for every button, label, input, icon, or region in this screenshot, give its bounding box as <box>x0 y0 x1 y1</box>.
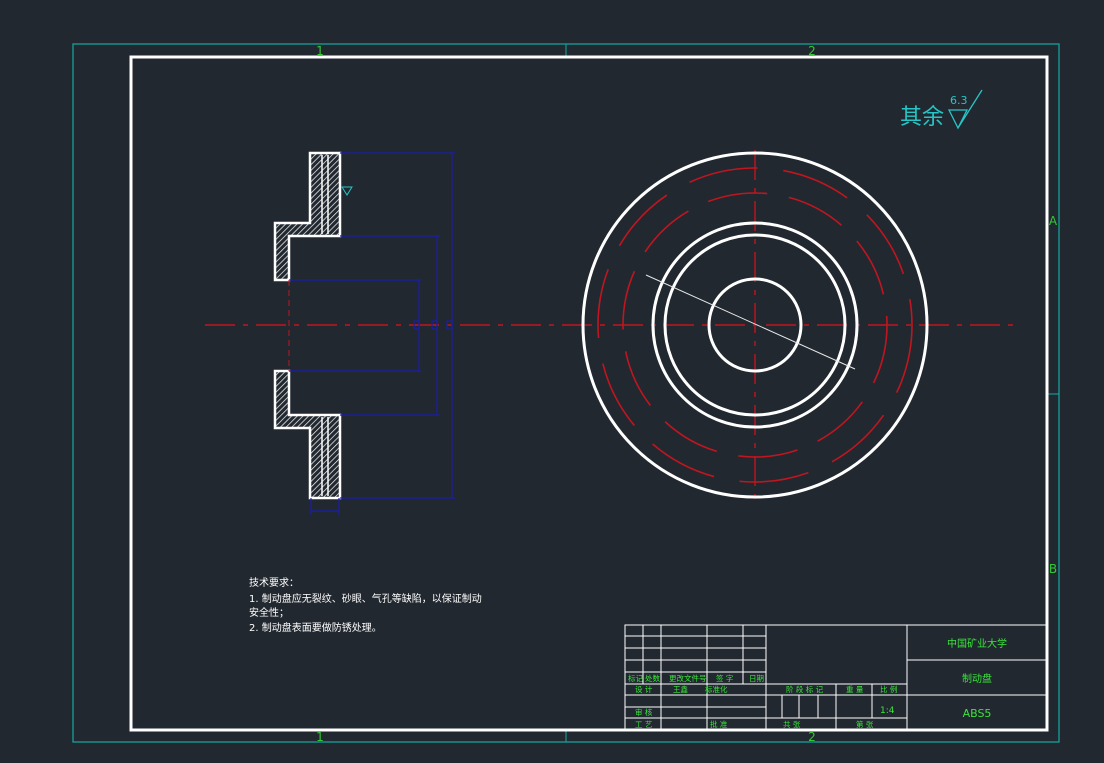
university-name: 中国矿业大学 <box>947 637 1007 650</box>
cad-drawing: 1 2 1 2 A B 其余 6.3 技术要求： 1. 制动盘应无裂纹、砂眼、气… <box>72 43 1060 744</box>
tech-req-line-2: 安全性； <box>249 606 289 619</box>
hdr-mark: 标记 <box>628 673 643 683</box>
hdr-designer: 王鑫 <box>673 684 688 694</box>
zone-label-bottom-2: 2 <box>808 730 816 744</box>
hdr-sheets-total: 共 张 <box>783 720 801 729</box>
section-upper-body <box>273 151 342 282</box>
hdr-sheet-no: 第 张 <box>856 719 874 729</box>
hdr-standardization: 标准化 <box>705 684 728 694</box>
hdr-design: 设 计 <box>635 684 653 694</box>
hdr-weight: 重 量 <box>846 685 864 694</box>
zone-label-top-2: 2 <box>808 44 816 58</box>
hdr-count: 处数 <box>645 673 660 683</box>
hdr-process: 工 艺 <box>635 720 652 729</box>
roughness-symbol: 其余 6.3 <box>900 89 983 130</box>
tech-req-line-3: 2. 制动盘表面要做防锈处理。 <box>249 621 382 634</box>
zone-label-b: B <box>1049 562 1057 576</box>
section-lower-body <box>273 369 342 500</box>
section-roughness-icon <box>341 186 353 196</box>
roughness-value: 6.3 <box>950 94 968 107</box>
tech-req-heading: 技术要求： <box>249 576 299 589</box>
outer-frame <box>72 43 1060 743</box>
hdr-review: 审 核 <box>635 707 653 717</box>
zone-label-a: A <box>1049 214 1058 228</box>
hdr-scale: 比 例 <box>880 684 897 694</box>
diameter-leader <box>645 274 856 370</box>
hdr-change-doc: 更改文件号 <box>669 673 707 683</box>
zone-label-top-1: 1 <box>316 44 324 58</box>
zone-label-bottom-1: 1 <box>316 730 324 744</box>
technical-requirements: 技术要求： 1. 制动盘应无裂纹、砂眼、气孔等缺陷，以保证制动 安全性； 2. … <box>249 576 482 634</box>
hdr-approve: 批 准 <box>710 719 728 729</box>
material: ABS5 <box>963 707 992 720</box>
tech-req-line-1: 1. 制动盘应无裂纹、砂眼、气孔等缺陷，以保证制动 <box>249 592 482 605</box>
hdr-date: 日期 <box>749 674 764 683</box>
scale-value: 1:4 <box>880 706 895 716</box>
roughness-prefix: 其余 <box>900 105 944 130</box>
part-name: 制动盘 <box>962 672 992 685</box>
hdr-signature: 签 字 <box>716 673 733 683</box>
hdr-stage-mark: 阶 段 标 记 <box>786 684 824 694</box>
